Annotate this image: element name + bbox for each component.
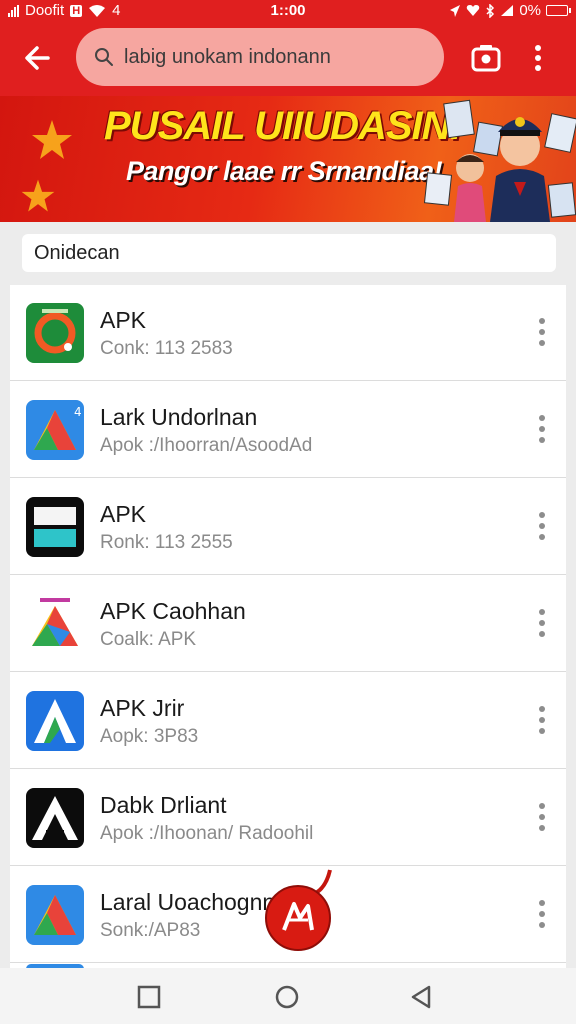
location-icon — [450, 4, 461, 17]
battery-percent: 0% — [519, 2, 541, 19]
back-icon[interactable] — [408, 984, 434, 1010]
list-item[interactable]: APK Conk: 113 2583 — [10, 285, 566, 381]
filter-field[interactable]: Onidecan — [22, 234, 556, 272]
black-a-app-icon — [26, 788, 84, 848]
app-subtitle: Coalk: APK — [100, 629, 197, 650]
green-circle-app-icon — [26, 303, 84, 363]
app-list: APK Conk: 113 2583 4 Lark Undorlnan Apok… — [10, 285, 566, 968]
app-subtitle: Ronk: 113 2555 — [100, 532, 233, 553]
list-item[interactable]: Dabk Drliant Apok :/Ihoonan/ Radoohil — [10, 770, 566, 866]
app-bar: labig unokam indonann — [0, 22, 576, 96]
app-title: APK — [100, 501, 147, 527]
search-query: labig unokam indonann — [124, 46, 331, 68]
filter-label: Onidecan — [34, 242, 120, 264]
app-subtitle: Sonk:/AP83 — [100, 920, 201, 941]
more-vert-icon[interactable] — [532, 800, 552, 836]
svg-text:4: 4 — [74, 405, 82, 419]
app-title: APK Caohhan — [100, 598, 246, 624]
app-subtitle: Apok :/Ihoorran/AsoodAd — [100, 435, 313, 456]
heart-icon — [467, 5, 480, 16]
banner-title: PUSAIL UIIUDASIN! — [104, 104, 463, 148]
leaf-logo-icon[interactable] — [264, 868, 334, 952]
more-vert-icon[interactable] — [532, 703, 552, 739]
bluetooth-icon — [486, 3, 495, 18]
home-icon[interactable] — [274, 984, 300, 1010]
blue-triangle-app-icon: 4 — [26, 400, 84, 460]
app-subtitle: Apok :/Ihoonan/ Radoohil — [100, 823, 314, 844]
app-subtitle: Aopk: 3P83 — [100, 726, 199, 747]
app-title: Dabk Drliant — [100, 792, 227, 818]
app-title: Lark Undorlnan — [100, 404, 258, 430]
signal-strength-icon — [501, 5, 514, 16]
more-vert-icon[interactable] — [532, 315, 552, 351]
star-icon — [21, 179, 55, 212]
app-title: Laral Uoachognn — [100, 889, 276, 915]
more-vert-icon[interactable] — [532, 606, 552, 642]
list-item[interactable]: APK Caohhan Coalk: APK — [10, 576, 566, 672]
black-onai-app-icon — [26, 497, 84, 557]
navigation-bar — [0, 968, 576, 1024]
promo-banner[interactable]: PUSAIL UIIUDASIN! Pangor laae rr Srnandi… — [0, 96, 576, 222]
list-item[interactable]: APK Jrir Aopk: 3P83 — [10, 673, 566, 769]
blue-triangle-app-icon — [26, 885, 84, 945]
app-title: APK — [100, 307, 147, 333]
search-icon — [95, 48, 113, 66]
more-vert-icon[interactable] — [532, 897, 552, 933]
app-title: APK Jrir — [100, 695, 185, 721]
list-item[interactable]: APK Ronk: 113 2555 — [10, 479, 566, 575]
more-vert-icon[interactable] — [526, 40, 550, 76]
recents-icon[interactable] — [136, 984, 162, 1010]
camera-icon[interactable] — [468, 40, 504, 76]
list-item[interactable]: 4 Lark Undorlnan Apok :/Ihoorran/AsoodAd — [10, 382, 566, 478]
blue-a-app-icon — [26, 691, 84, 751]
banner-subtitle: Pangor laae rr Srnandiaa! — [126, 156, 443, 186]
status-bar: Doofit H 4 1::00 0% — [0, 0, 576, 22]
star-icon — [32, 120, 72, 159]
battery-icon — [546, 5, 571, 16]
triangle-app-icon — [26, 594, 84, 654]
search-input[interactable]: labig unokam indonann — [76, 28, 444, 86]
more-vert-icon[interactable] — [532, 509, 552, 545]
back-arrow-icon[interactable] — [18, 38, 58, 78]
more-vert-icon[interactable] — [532, 412, 552, 448]
app-subtitle: Conk: 113 2583 — [100, 338, 233, 359]
banner-illustration — [423, 99, 576, 222]
